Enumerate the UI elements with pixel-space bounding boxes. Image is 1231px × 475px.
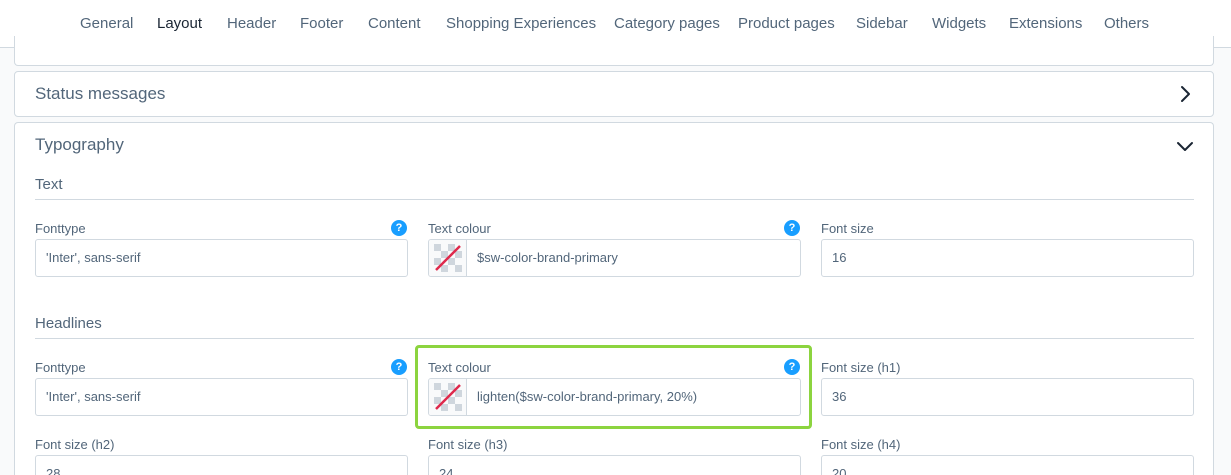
section-title-headlines: Headlines — [35, 315, 102, 332]
fonttype-label: Fonttype — [35, 221, 86, 236]
help-icon[interactable]: ? — [784, 220, 800, 236]
font-size-h1-input[interactable]: 36 — [821, 378, 1194, 416]
section-divider — [35, 338, 1194, 339]
chevron-down-icon[interactable] — [1175, 136, 1195, 156]
section-title-text: Text — [35, 176, 63, 193]
help-icon[interactable]: ? — [391, 359, 407, 375]
font-size-h2-input[interactable]: 28 — [35, 455, 408, 475]
font-size-h3-input[interactable]: 24 — [428, 455, 801, 475]
panel-status-messages[interactable]: Status messages — [14, 71, 1214, 117]
color-swatch-icon[interactable] — [429, 240, 467, 276]
section-divider — [35, 199, 1194, 200]
text-font-size-input[interactable]: 16 — [821, 239, 1194, 277]
headlines-fonttype-input[interactable]: 'Inter', sans-serif — [35, 378, 408, 416]
font-size-h4-label: Font size (h4) — [821, 437, 901, 452]
highlight-frame — [415, 345, 812, 429]
font-size-h3-label: Font size (h3) — [428, 437, 508, 452]
panel-title: Typography — [35, 135, 124, 154]
font-size-label: Font size — [821, 221, 874, 236]
font-size-h1-label: Font size (h1) — [821, 360, 901, 375]
font-size-h2-label: Font size (h2) — [35, 437, 115, 452]
help-icon[interactable]: ? — [391, 220, 407, 236]
text-colour-input[interactable]: $sw-color-brand-primary — [428, 239, 801, 277]
text-colour-value: $sw-color-brand-primary — [477, 250, 618, 265]
fonttype-label: Fonttype — [35, 360, 86, 375]
collapsed-panel-above[interactable] — [14, 36, 1214, 66]
font-size-h4-input[interactable]: 20 — [821, 455, 1194, 475]
panel-title: Status messages — [35, 84, 166, 103]
text-fonttype-input[interactable]: 'Inter', sans-serif — [35, 239, 408, 277]
chevron-right-icon[interactable] — [1175, 84, 1195, 104]
text-colour-label: Text colour — [428, 221, 491, 236]
